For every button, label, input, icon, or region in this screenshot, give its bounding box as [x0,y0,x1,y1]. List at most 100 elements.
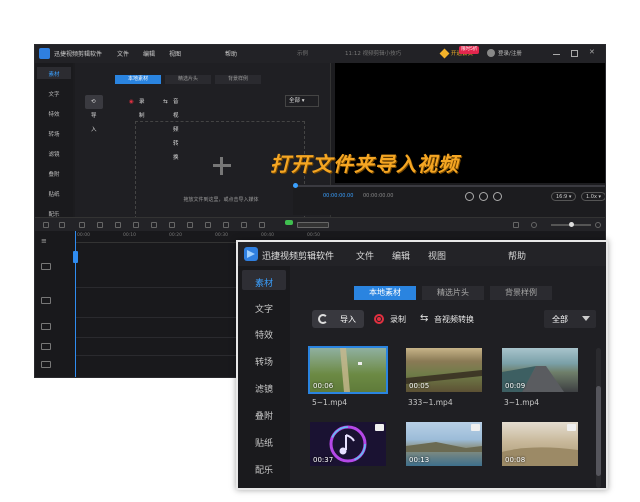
media-thumb-6[interactable]: 00:08 [502,422,578,466]
minimize-icon[interactable] [553,54,560,55]
front-sidebar-item-music[interactable]: 配乐 [238,463,290,476]
maximize-icon[interactable] [571,50,578,57]
back-aspect-select[interactable]: 16:9 ▾ [551,192,577,201]
back-zoom-slider[interactable] [551,222,591,227]
fit-icon[interactable] [513,222,519,228]
front-menu-view[interactable]: 视图 [428,249,446,262]
back-import-button[interactable]: ⟲ 导入 [85,95,103,133]
track-list-icon[interactable]: ≡ [41,237,51,245]
front-import-button[interactable]: 导入 [312,310,364,328]
back-progress-handle[interactable] [293,183,298,188]
music-track-icon[interactable] [41,361,51,368]
front-sidebar-item-transitions[interactable]: 转场 [238,355,290,368]
video-badge-icon [567,424,576,431]
back-sidebar-item-stickers[interactable]: 贴纸 [35,190,73,198]
instruction-banner: 打开文件夹导入视频 [270,152,459,176]
back-status-text: 11:12 视频剪辑小技巧 [345,51,402,57]
play-icon[interactable] [479,192,488,201]
media-scrollbar[interactable] [596,348,601,488]
zoom-slider-handle[interactable] [569,222,574,227]
back-speed-select[interactable]: 1.0x ▾ [581,192,605,201]
split-icon[interactable] [97,222,103,228]
back-sidebar-item-text[interactable]: 文字 [35,90,73,98]
mosaic-icon[interactable] [205,222,211,228]
speed-icon[interactable] [151,222,157,228]
effect-track-icon[interactable] [41,343,51,350]
front-convert-label[interactable]: 音视频转换 [434,314,474,325]
media-thumb-5[interactable]: 00:13 [406,422,482,466]
back-filter-select[interactable]: 全部 ▾ [285,95,319,107]
undo-icon[interactable] [43,222,49,228]
front-menu-edit[interactable]: 编辑 [392,249,410,262]
back-playhead-handle[interactable] [73,251,78,263]
back-app-name: 迅捷视频剪辑软件 [54,51,103,58]
front-sidebar-item-stickers[interactable]: 贴纸 [238,436,290,449]
ruler-tick: 00:20 [169,233,182,238]
back-record-label[interactable]: 录制 [139,95,145,119]
color-icon[interactable] [187,222,193,228]
text-track-icon[interactable] [41,323,51,330]
front-menu-file[interactable]: 文件 [356,249,374,262]
media-duration: 00:06 [313,382,334,390]
front-filter-select[interactable]: 全部 [544,310,596,328]
back-sidebar-item-material[interactable]: 素材 [35,70,73,78]
front-title-bar: 迅捷视频剪辑软件 文件 编辑 视图 帮助 [238,242,606,266]
video-badge-icon [375,424,384,431]
back-sidebar: 素材 文字 特效 转场 滤镜 叠附 贴纸 配乐 [35,63,73,235]
back-sidebar-item-effects[interactable]: 特效 [35,110,73,118]
delete-icon[interactable] [79,222,85,228]
back-progress-bar[interactable] [293,183,605,188]
crop-icon[interactable] [115,222,121,228]
next-frame-icon[interactable] [493,192,502,201]
user-avatar-icon[interactable] [487,49,495,57]
front-sidebar-item-overlays[interactable]: 叠附 [238,409,290,422]
front-sidebar-item-effects[interactable]: 特效 [238,328,290,341]
media-thumb-1[interactable]: 00:06 [308,346,388,394]
front-record-label[interactable]: 录制 [390,314,406,325]
back-menu-file[interactable]: 文件 [117,49,129,58]
back-sidebar-item-filters[interactable]: 滤镜 [35,150,73,158]
back-tab-backgrounds[interactable]: 背景样例 [215,75,261,84]
front-tab-local[interactable]: 本地素材 [354,286,416,300]
export-field[interactable] [297,222,329,228]
freeze-icon[interactable] [169,222,175,228]
front-sidebar-item-material[interactable]: 素材 [238,276,290,289]
back-convert-icon[interactable]: ⇆ [163,95,168,109]
redo-icon[interactable] [59,222,65,228]
convert-icon[interactable]: ⇆ [420,313,428,324]
back-menu-edit[interactable]: 编辑 [143,49,155,58]
zoom-out-icon[interactable] [531,222,537,228]
media-name: 333~1.mp4 [408,398,453,407]
vip-gem-icon[interactable] [439,48,450,59]
front-tab-backgrounds[interactable]: 背景样例 [490,286,552,300]
record-icon[interactable] [374,314,384,324]
back-sidebar-item-transitions[interactable]: 转场 [35,130,73,138]
zoom-in-icon[interactable] [595,222,601,228]
front-sidebar-item-text[interactable]: 文字 [238,302,290,315]
back-record-icon[interactable]: ◉ [129,95,134,109]
media-scrollbar-thumb[interactable] [596,386,601,476]
media-thumb-2[interactable]: 00:05 [406,348,482,392]
back-login-link[interactable]: 登录/注册 [498,49,522,57]
front-menu-help[interactable]: 帮助 [508,249,526,262]
rotate-icon[interactable] [133,222,139,228]
prev-frame-icon[interactable] [465,192,474,201]
close-icon[interactable]: ✕ [589,48,595,56]
front-sidebar-item-filters[interactable]: 滤镜 [238,382,290,395]
duration-icon[interactable] [259,222,265,228]
back-menu-help[interactable]: 帮助 [225,49,237,58]
front-tab-intros[interactable]: 精选片头 [422,286,484,300]
back-sidebar-item-overlays[interactable]: 叠附 [35,170,73,178]
back-convert-label[interactable]: 音视频转换 [173,95,179,161]
back-tab-local[interactable]: 本地素材 [115,75,161,84]
media-thumb-3[interactable]: 00:09 [502,348,578,392]
screenshot-icon[interactable] [241,222,247,228]
media-thumb-4[interactable]: 00:37 [310,422,386,466]
front-app-name: 迅捷视频剪辑软件 [262,252,335,262]
front-import-label: 导入 [340,315,356,324]
mic-icon[interactable] [223,222,229,228]
video-track-icon[interactable] [41,263,51,270]
back-menu-view[interactable]: 视图 [169,49,181,58]
back-tab-intros[interactable]: 精选片头 [165,75,211,84]
pip-track-icon[interactable] [41,297,51,304]
